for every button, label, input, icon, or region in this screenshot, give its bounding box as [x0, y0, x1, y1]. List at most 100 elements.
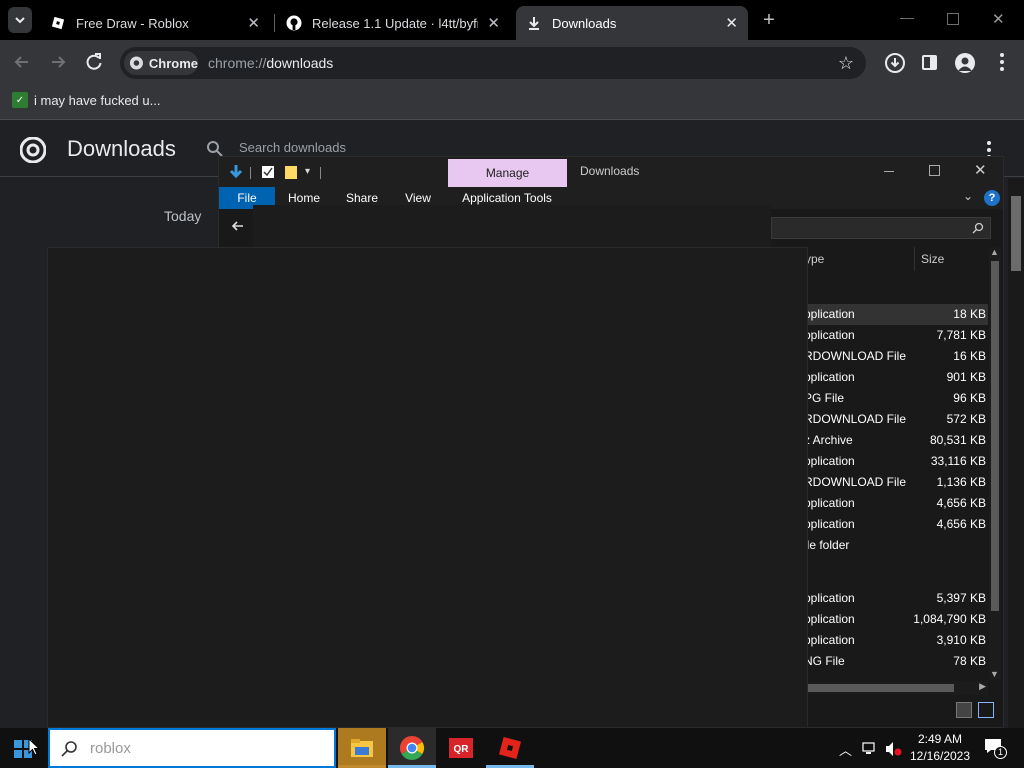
taskbar-search-box[interactable]: roblox [48, 728, 336, 768]
close-window-button[interactable]: ✕ [992, 10, 1005, 28]
profile-icon [958, 57, 972, 71]
file-row[interactable]: pplication 4,656 KB [804, 514, 988, 535]
scroll-thumb[interactable] [1011, 196, 1021, 271]
roblox-taskbar-app[interactable] [486, 728, 534, 768]
file-row[interactable]: pplication 33,116 KB [804, 451, 988, 472]
file-row[interactable]: NG File 78 KB [804, 651, 988, 672]
file-row[interactable]: z Archive 80,531 KB [804, 430, 988, 451]
explorer-close-button[interactable]: ✕ [974, 161, 987, 179]
github-icon [286, 15, 302, 31]
bookmarks-bar: ✓ i may have fucked u... [0, 86, 1024, 120]
reload-button[interactable] [84, 52, 104, 77]
page-scrollbar[interactable] [1008, 178, 1024, 728]
tab-search-button[interactable] [8, 7, 32, 33]
tab-title: Free Draw - Roblox [76, 15, 189, 31]
chevron-down-icon [15, 17, 25, 24]
file-size: 16 KB [953, 349, 986, 363]
file-list-scrollbar[interactable]: ▲ ▼ [989, 247, 1001, 679]
tray-overflow-icon[interactable]: ︿ [839, 740, 852, 759]
large-icons-view-icon[interactable] [978, 702, 994, 718]
explorer-minimize-button[interactable] [884, 171, 894, 172]
quick-access-dropdown-icon[interactable]: ▾ [305, 166, 310, 177]
file-row[interactable]: RDOWNLOAD File 1,136 KB [804, 472, 988, 493]
scroll-down-arrow-icon[interactable]: ▼ [990, 669, 999, 679]
chrome-chip[interactable]: Chrome [124, 51, 198, 75]
file-row[interactable]: pplication 1,084,790 KB [804, 609, 988, 630]
clock[interactable]: 2:49 AM 12/16/2023 [906, 731, 974, 765]
address-bar[interactable]: Chrome chrome://downloads ☆ [120, 47, 866, 79]
tab-downloads[interactable]: Downloads ✕ [516, 6, 748, 40]
scroll-right-arrow-icon[interactable]: ▶ [979, 681, 986, 692]
file-list: pplication 18 KB pplication 7,781 KB RDOWN… [804, 304, 988, 682]
explorer-search-box[interactable] [771, 217, 991, 239]
new-tab-button[interactable]: + [758, 9, 780, 31]
file-size: 78 KB [953, 654, 986, 668]
file-row[interactable]: RDOWNLOAD File 16 KB [804, 346, 988, 367]
forward-button[interactable] [48, 52, 68, 77]
page-title: Downloads [67, 136, 176, 161]
file-explorer-taskbar-app[interactable] [338, 728, 386, 768]
folder-icon [351, 739, 373, 757]
recorder-icon: QR [449, 738, 473, 758]
file-type: RDOWNLOAD File [804, 349, 907, 363]
file-row[interactable]: pplication 7,781 KB [804, 325, 988, 346]
profile-button[interactable] [955, 53, 975, 73]
file-row[interactable]: ile folder [804, 535, 988, 556]
help-icon[interactable]: ? [984, 190, 1000, 206]
file-row[interactable]: pplication 5,397 KB [804, 588, 988, 609]
tab-release-update[interactable]: Release 1.1 Update · l4tt/byfron ✕ [276, 6, 510, 40]
more-menu-button[interactable] [1000, 53, 1004, 71]
properties-icon[interactable] [261, 165, 275, 179]
scroll-thumb[interactable] [804, 684, 954, 692]
close-icon[interactable]: ✕ [487, 14, 500, 32]
side-panel-icon [930, 57, 935, 68]
file-type: pplication [804, 633, 855, 647]
file-size: 4,656 KB [936, 496, 986, 510]
explorer-maximize-button[interactable] [929, 165, 940, 176]
bookmark-item[interactable]: ✓ i may have fucked u... [12, 92, 160, 108]
file-size: 80,531 KB [929, 433, 986, 447]
file-row[interactable]: PG File 96 KB [804, 388, 988, 409]
tab-free-draw-roblox[interactable]: Free Draw - Roblox ✕ [40, 6, 270, 40]
manage-contextual-tab[interactable]: Manage [448, 159, 567, 187]
taskbar-search-text: roblox [90, 740, 131, 757]
scroll-thumb[interactable] [991, 261, 999, 611]
close-icon[interactable]: ✕ [247, 14, 260, 32]
date-group-label: Today [164, 208, 202, 224]
file-row[interactable]: RDOWNLOAD File 572 KB [804, 409, 988, 430]
column-header-size[interactable]: Size [921, 252, 944, 266]
tab-title: Release 1.1 Update · l4tt/byfron [312, 15, 478, 31]
search-downloads-input[interactable]: Search downloads [239, 140, 346, 155]
minimize-button[interactable] [900, 18, 914, 19]
file-type: pplication [804, 591, 855, 605]
side-panel-button[interactable] [922, 55, 937, 70]
manage-label: Manage [485, 166, 530, 180]
downloads-toolbar-button[interactable] [884, 52, 906, 79]
tab-title: Downloads [552, 15, 617, 31]
file-row[interactable]: pplication 18 KB [804, 304, 988, 325]
recorder-taskbar-app[interactable]: QR [437, 728, 485, 768]
explorer-back-button[interactable] [231, 219, 245, 238]
volume-muted-icon[interactable] [884, 741, 902, 757]
restore-button[interactable] [947, 13, 959, 25]
ribbon-expand-icon[interactable]: ⌄ [963, 189, 973, 203]
download-circle-icon [885, 53, 905, 73]
file-row[interactable]: pplication 4,656 KB [804, 493, 988, 514]
action-center-button[interactable]: 1 [984, 738, 1007, 759]
file-row[interactable]: pplication 901 KB [804, 367, 988, 388]
browser-toolbar: Chrome chrome://downloads ☆ [0, 40, 1024, 86]
scroll-up-arrow-icon[interactable]: ▲ [990, 247, 999, 257]
file-row[interactable]: pplication 3,910 KB [804, 630, 988, 651]
details-view-icon[interactable] [956, 702, 972, 718]
file-list-hscrollbar[interactable]: ▶ [804, 681, 988, 695]
new-folder-icon[interactable] [283, 164, 299, 180]
chrome-chip-label: Chrome [148, 55, 198, 71]
file-size: 96 KB [953, 391, 986, 405]
back-button[interactable] [12, 52, 32, 77]
chrome-taskbar-app[interactable] [388, 728, 436, 768]
bookmark-star-icon[interactable]: ☆ [838, 53, 854, 74]
file-type: pplication [804, 517, 855, 531]
close-icon[interactable]: ✕ [725, 14, 738, 32]
svg-text:QR: QR [454, 744, 470, 755]
network-icon[interactable] [862, 742, 878, 756]
